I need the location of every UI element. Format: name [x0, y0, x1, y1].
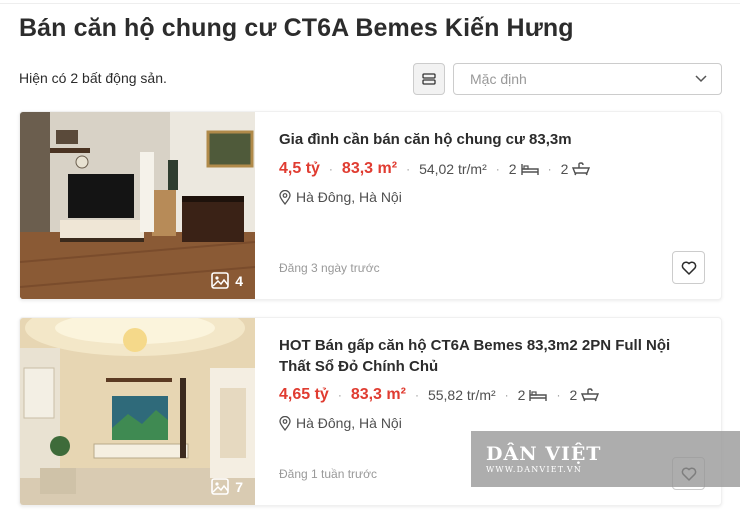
posted-time: Đăng 3 ngày trước: [279, 261, 380, 275]
listing-location: Hà Đông, Hà Nội: [279, 189, 705, 205]
photo-count-value: 4: [235, 272, 243, 289]
listing-price: 4,65 tỷ: [279, 386, 329, 403]
photo-count-value: 7: [235, 478, 243, 495]
listing-thumbnail[interactable]: 7: [20, 318, 255, 505]
sort-dropdown[interactable]: Mặc định: [453, 63, 722, 95]
top-divider: [0, 0, 740, 4]
location-text: Hà Đông, Hà Nội: [296, 189, 402, 205]
list-view-icon: [422, 73, 436, 85]
listing-price-per-m2: 54,02 tr/m²: [419, 161, 487, 177]
listing-area: 83,3 m²: [341, 160, 398, 177]
bathroom-count: 2: [561, 161, 591, 177]
bed-icon: [520, 163, 539, 175]
image-gallery-icon: [211, 272, 230, 289]
location-text: Hà Đông, Hà Nội: [296, 415, 402, 431]
separator-dot: ·: [556, 388, 561, 402]
listing-location: Hà Đông, Hà Nội: [279, 415, 705, 431]
separator-dot: ·: [504, 388, 509, 402]
listing-price-per-m2: 55,82 tr/m²: [427, 387, 496, 403]
bath-icon: [581, 388, 600, 402]
listing-info: Gia đình cần bán căn hộ chung cư 83,3m 4…: [279, 112, 705, 205]
listing-title[interactable]: HOT Bán gấp căn hộ CT6A Bemes 83,3m2 2PN…: [279, 335, 705, 377]
bedroom-value: 2: [517, 387, 526, 403]
bedroom-value: 2: [508, 161, 517, 177]
listing-card[interactable]: 4 Gia đình cần bán căn hộ chung cư 83,3m…: [19, 111, 722, 300]
bathroom-value: 2: [560, 161, 569, 177]
separator-dot: ·: [337, 388, 342, 402]
location-pin-icon: [279, 189, 291, 205]
view-toggle-button[interactable]: [413, 63, 445, 95]
page-title: Bán căn hộ chung cư CT6A Bemes Kiến Hưng: [19, 14, 574, 42]
save-favorite-button[interactable]: [672, 251, 705, 284]
price-row: 4,65 tỷ · 83,3 m² · 55,82 tr/m² · 2 · 2: [279, 386, 705, 404]
listing-info: HOT Bán gấp căn hộ CT6A Bemes 83,3m2 2PN…: [279, 318, 705, 431]
separator-dot: ·: [406, 162, 411, 176]
bedroom-count: 2: [518, 387, 548, 403]
separator-dot: ·: [414, 388, 419, 402]
listing-thumbnail[interactable]: 4: [20, 112, 255, 299]
watermark-logo: DÂN VIỆT WWW.DANVIET.VN: [471, 431, 740, 487]
separator-dot: ·: [495, 162, 500, 176]
watermark-url: WWW.DANVIET.VN: [486, 465, 583, 474]
bathroom-value: 2: [569, 387, 578, 403]
separator-dot: ·: [547, 162, 552, 176]
listing-title[interactable]: Gia đình cần bán căn hộ chung cư 83,3m: [279, 129, 705, 150]
result-count: Hiện có 2 bất động sản.: [19, 70, 167, 86]
photo-count-badge: 7: [211, 478, 243, 495]
image-gallery-icon: [211, 478, 230, 495]
location-pin-icon: [279, 415, 291, 431]
bathroom-count: 2: [569, 387, 600, 403]
photo-count-badge: 4: [211, 272, 243, 289]
bed-icon: [529, 389, 548, 401]
heart-icon: [681, 260, 696, 275]
price-row: 4,5 tỷ · 83,3 m² · 54,02 tr/m² · 2 · 2: [279, 160, 705, 178]
listing-price: 4,5 tỷ: [279, 160, 320, 177]
chevron-down-icon: [695, 75, 707, 83]
bath-icon: [572, 162, 591, 176]
bedroom-count: 2: [509, 161, 539, 177]
separator-dot: ·: [328, 162, 333, 176]
watermark-brand: DÂN VIỆT: [486, 443, 602, 465]
sort-selected-value: Mặc định: [470, 71, 527, 87]
posted-time: Đăng 1 tuần trước: [279, 467, 377, 481]
listing-area: 83,3 m²: [350, 386, 406, 403]
